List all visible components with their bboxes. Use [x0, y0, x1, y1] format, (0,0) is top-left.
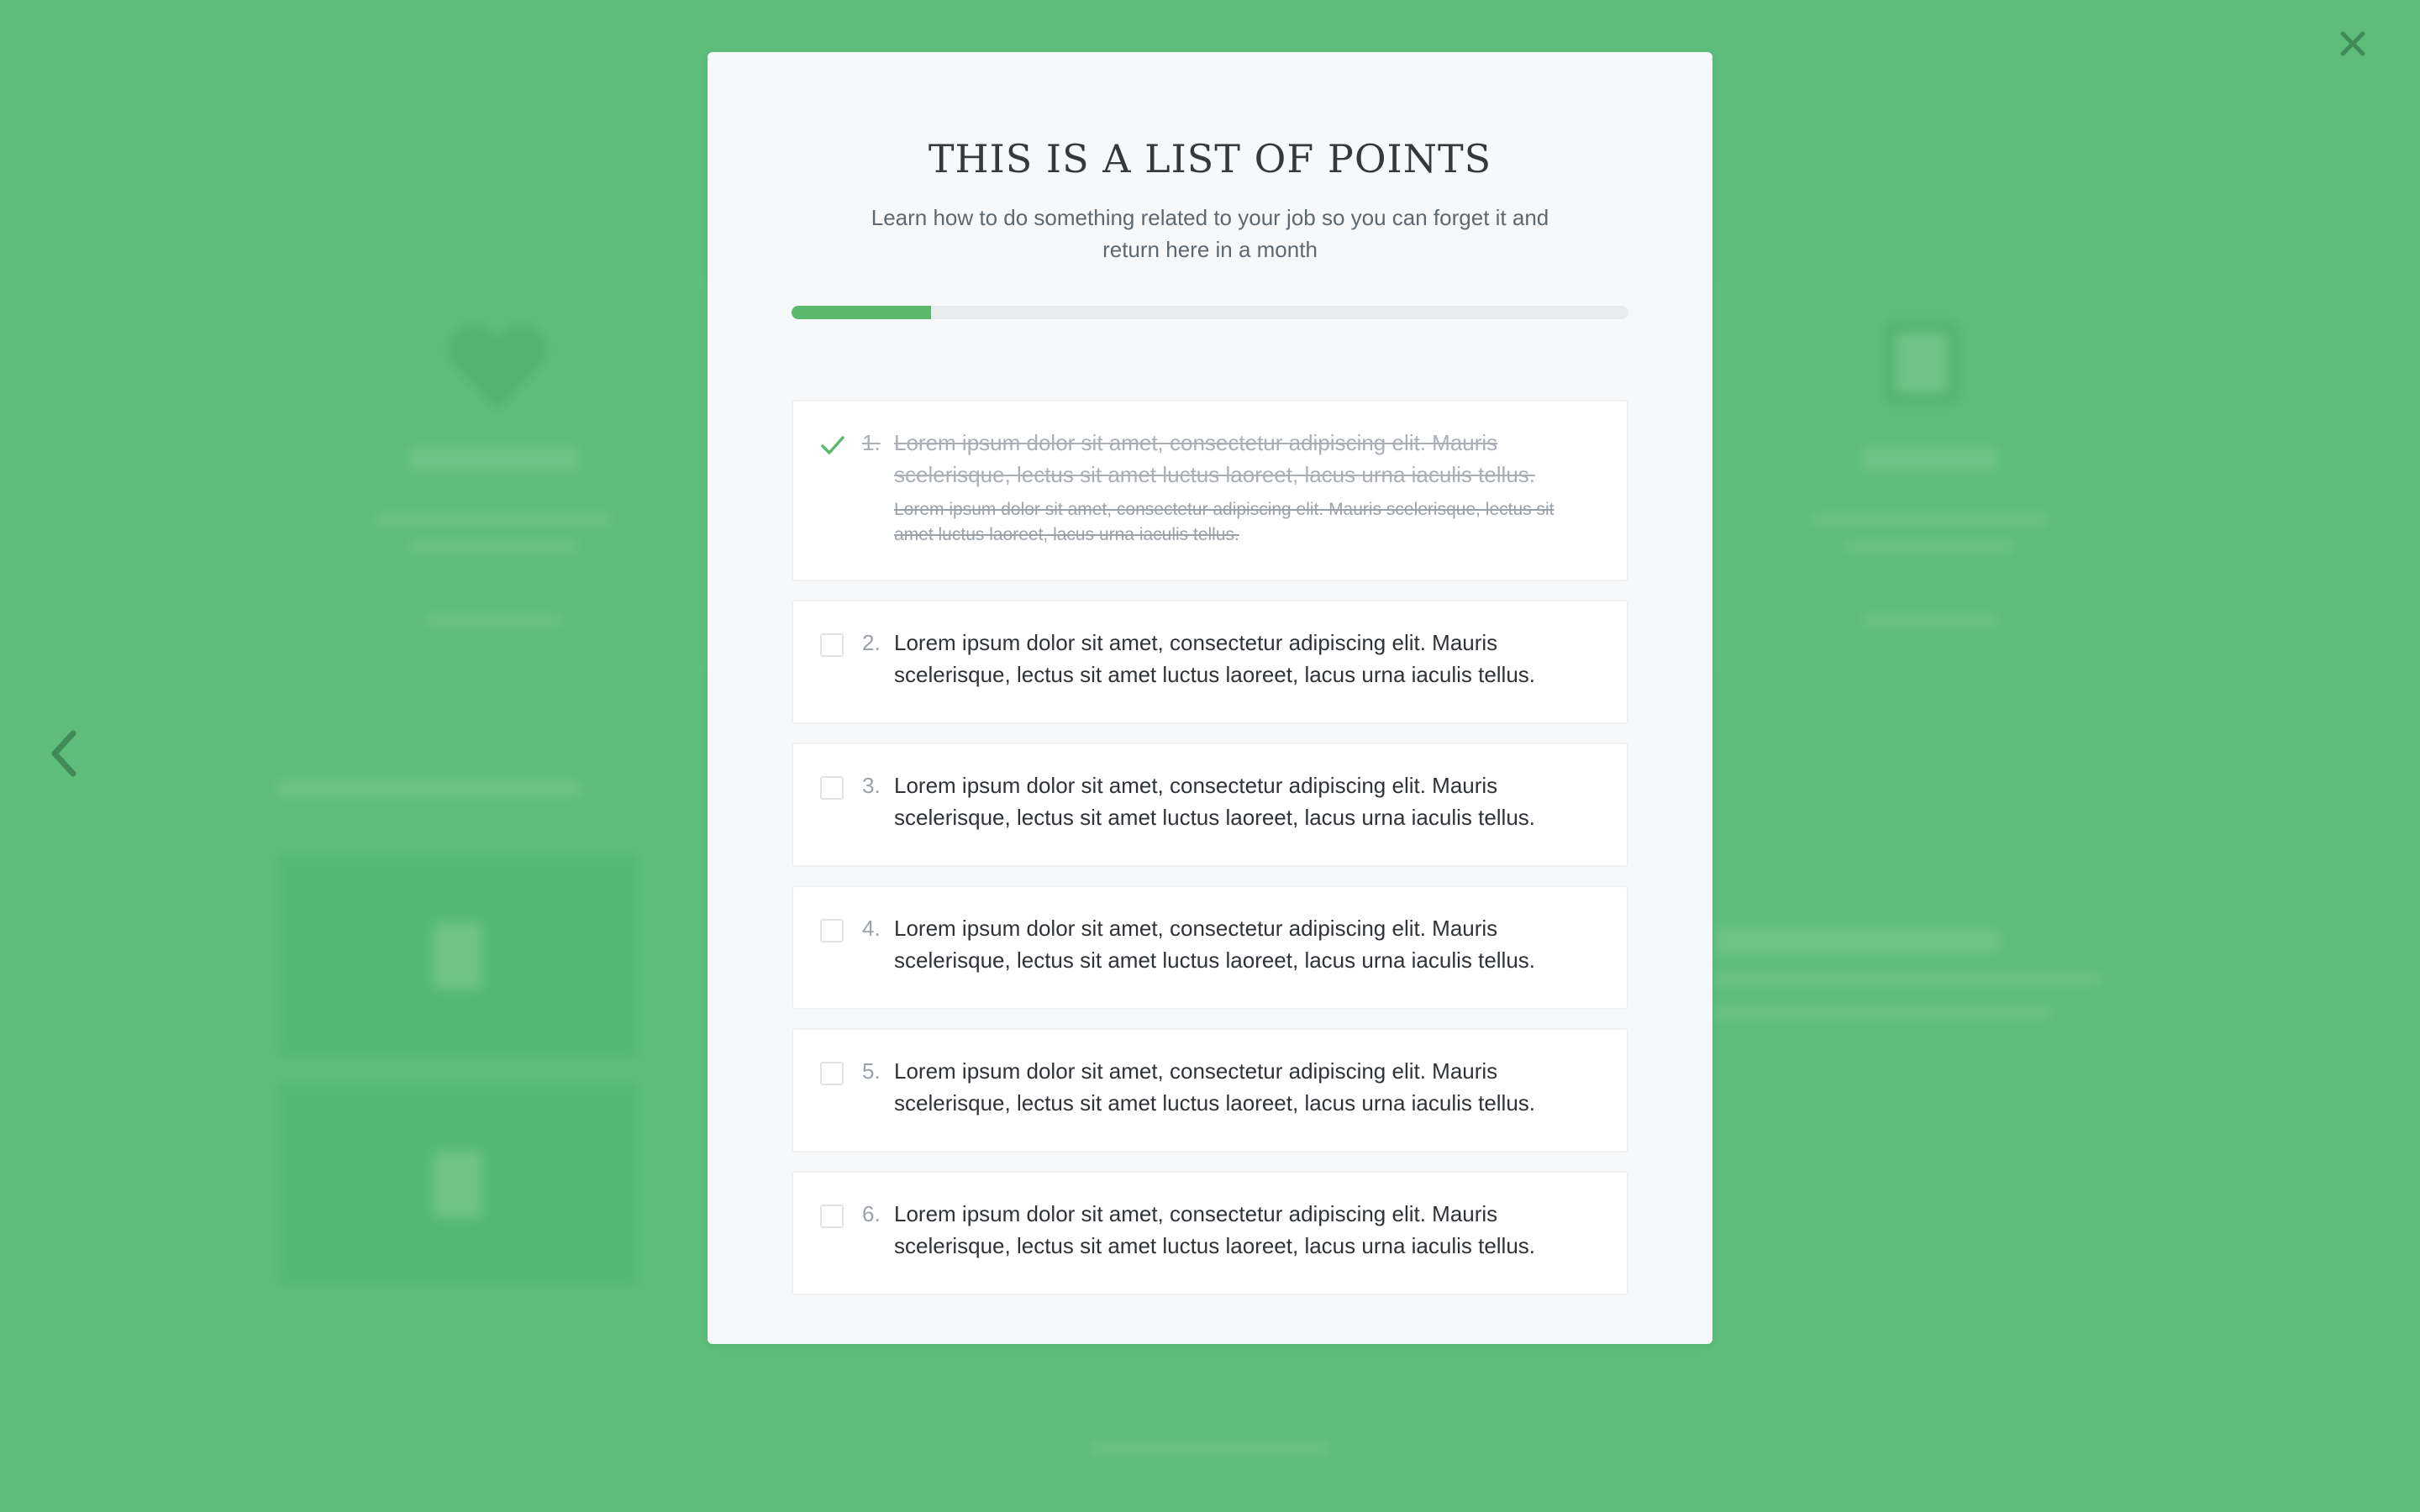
point-number: 4.: [862, 916, 881, 941]
point-text: Lorem ipsum dolor sit amet, consectetur …: [894, 1058, 1536, 1116]
checkbox-icon[interactable]: [820, 633, 844, 657]
progress-bar: [792, 306, 1628, 319]
point-item[interactable]: 6. Lorem ipsum dolor sit amet, consectet…: [792, 1171, 1628, 1295]
chevron-left-icon: [51, 730, 76, 777]
point-number: 2.: [862, 630, 881, 655]
close-button[interactable]: [2328, 18, 2378, 69]
point-text: Lorem ipsum dolor sit amet, consectetur …: [894, 916, 1536, 973]
point-number: 3.: [862, 773, 881, 798]
previous-button[interactable]: [39, 724, 89, 783]
checkmark-icon: [821, 436, 844, 454]
point-item[interactable]: 3. Lorem ipsum dolor sit amet, consectet…: [792, 743, 1628, 867]
point-item[interactable]: 4. Lorem ipsum dolor sit amet, consectet…: [792, 885, 1628, 1010]
checkbox-icon[interactable]: [820, 1062, 844, 1085]
point-checkbox[interactable]: [820, 433, 844, 457]
point-item[interactable]: 2. Lorem ipsum dolor sit amet, consectet…: [792, 600, 1628, 724]
points-modal: THIS IS A LIST OF POINTS Learn how to do…: [708, 52, 1712, 1344]
close-icon: [2340, 31, 2365, 56]
point-text: Lorem ipsum dolor sit amet, consectetur …: [894, 430, 1536, 487]
points-list: 1. Lorem ipsum dolor sit amet, consectet…: [792, 400, 1628, 1295]
point-detail: Lorem ipsum dolor sit amet, consectetur …: [894, 500, 1555, 544]
checkbox-icon[interactable]: [820, 776, 844, 800]
progress-bar-fill: [792, 306, 932, 319]
checkbox-icon[interactable]: [820, 1205, 844, 1228]
point-text: Lorem ipsum dolor sit amet, consectetur …: [894, 1201, 1536, 1258]
modal-subtitle: Learn how to do something related to you…: [871, 205, 1549, 262]
point-item[interactable]: 5. Lorem ipsum dolor sit amet, consectet…: [792, 1028, 1628, 1152]
point-number: 5.: [862, 1058, 881, 1084]
point-number: 1.: [862, 430, 881, 455]
point-text: Lorem ipsum dolor sit amet, consectetur …: [894, 630, 1536, 687]
point-text: Lorem ipsum dolor sit amet, consectetur …: [894, 773, 1536, 830]
modal-title: THIS IS A LIST OF POINTS: [928, 136, 1492, 181]
checkbox-icon[interactable]: [820, 919, 844, 942]
point-number: 6.: [862, 1201, 881, 1226]
point-item[interactable]: 1. Lorem ipsum dolor sit amet, consectet…: [792, 400, 1628, 581]
